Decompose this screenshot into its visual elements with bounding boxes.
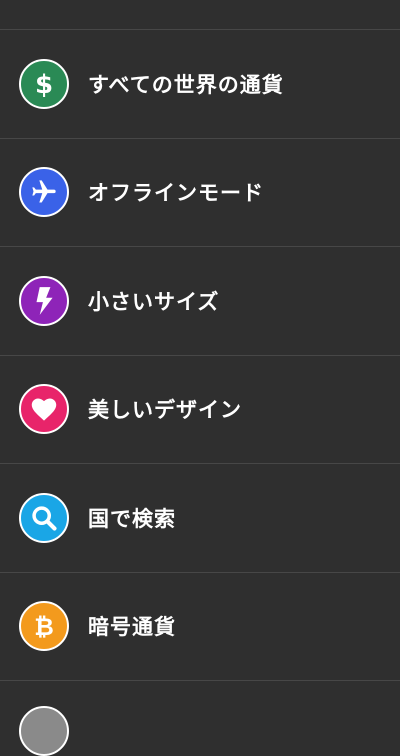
feature-row-search-by-country: 国で検索 [0, 464, 400, 573]
feature-label: 美しいデザイン [88, 398, 242, 423]
feature-label: オフラインモード [88, 181, 264, 206]
feature-row-beautiful-design: 美しいデザイン [0, 356, 400, 464]
feature-label: 暗号通貨 [88, 615, 176, 640]
feature-label: 国で検索 [88, 506, 176, 531]
feature-list: $ すべての世界の通貨 オフラインモード 小さいサイズ 美しいデザイン 国で検索… [0, 30, 400, 756]
svg-text:₿: ₿ [34, 613, 54, 641]
bitcoin-icon: ₿ [19, 601, 69, 652]
feature-label: 小さいサイズ [88, 289, 220, 314]
next-row-icon [19, 706, 69, 756]
heart-icon [19, 384, 69, 435]
lightning-icon [19, 275, 69, 326]
feature-row-small-size: 小さいサイズ [0, 247, 400, 356]
previous-row-partial [0, 0, 400, 30]
feature-row-crypto: ₿ 暗号通貨 [0, 573, 400, 681]
feature-label: すべての世界の通貨 [88, 72, 284, 97]
next-row-partial [0, 681, 400, 756]
airplane-icon [19, 167, 69, 218]
svg-text:$: $ [35, 70, 53, 99]
feature-row-all-currencies: $ すべての世界の通貨 [0, 30, 400, 139]
dollar-icon: $ [19, 58, 69, 109]
feature-row-offline-mode: オフラインモード [0, 139, 400, 247]
search-icon [19, 492, 69, 543]
